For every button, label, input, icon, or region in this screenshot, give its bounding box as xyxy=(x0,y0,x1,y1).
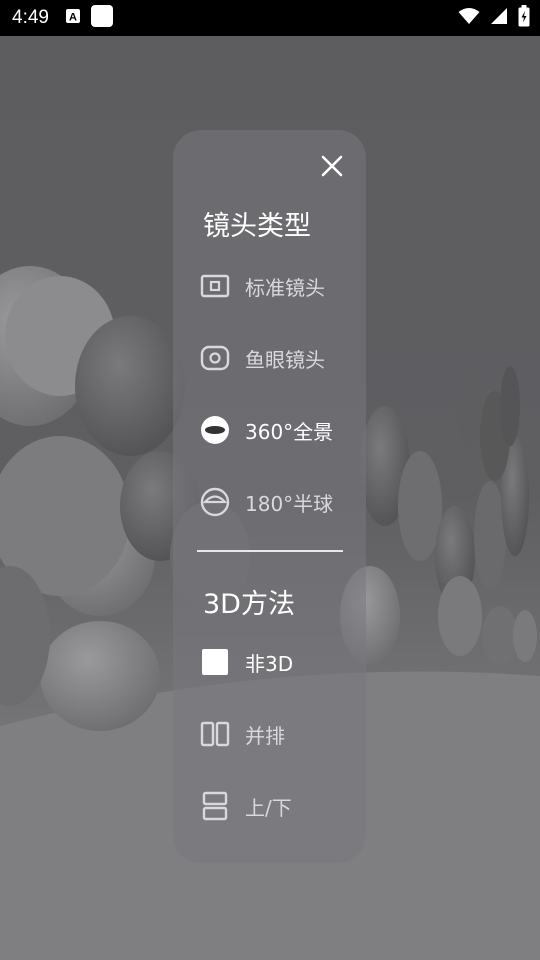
signal-icon xyxy=(490,7,508,30)
a-icon: A xyxy=(65,8,81,29)
status-bar: 4:49 A xyxy=(0,0,540,36)
hemisphere-180-icon xyxy=(199,486,231,518)
fisheye-lens-icon xyxy=(199,342,231,374)
method-item-side-by-side[interactable]: 并排 xyxy=(199,714,359,754)
method-item-label: 非3D xyxy=(245,651,294,676)
lens-item-label: 鱼眼镜头 xyxy=(245,347,325,372)
status-time: 4:49 xyxy=(12,7,49,28)
battery-icon xyxy=(518,4,530,32)
lens-item-label: 360°全景 xyxy=(245,419,334,444)
lens-item-label: 标准镜头 xyxy=(245,275,325,300)
lens-item-standard[interactable]: 标准镜头 xyxy=(199,266,359,306)
wifi-icon xyxy=(458,7,480,30)
standard-lens-icon xyxy=(199,270,231,302)
side-by-side-icon xyxy=(199,718,231,750)
lens-settings-panel: 镜头类型 标准镜头 鱼眼镜头 360°全景 180°半球 3D方法 非3D 并排… xyxy=(173,130,366,863)
method-item-label: 并排 xyxy=(245,723,285,748)
method-item-top-bottom[interactable]: 上/下 xyxy=(199,786,359,826)
method-item-non-3d[interactable]: 非3D xyxy=(199,642,359,682)
method-item-label: 上/下 xyxy=(245,795,292,820)
lens-type-title: 镜头类型 xyxy=(203,211,311,242)
top-bottom-icon xyxy=(199,790,231,822)
lens-item-fisheye[interactable]: 鱼眼镜头 xyxy=(199,338,359,378)
square-icon xyxy=(90,4,113,32)
lens-item-180[interactable]: 180°半球 xyxy=(199,482,359,522)
section-divider xyxy=(197,550,343,552)
lens-item-label: 180°半球 xyxy=(245,491,334,516)
svg-text:A: A xyxy=(69,11,77,23)
close-icon xyxy=(321,155,343,177)
close-button[interactable] xyxy=(318,152,346,180)
non-3d-icon xyxy=(199,646,231,678)
panorama-360-icon xyxy=(199,414,231,446)
3d-method-title: 3D方法 xyxy=(203,589,295,620)
lens-item-360[interactable]: 360°全景 xyxy=(199,410,359,450)
